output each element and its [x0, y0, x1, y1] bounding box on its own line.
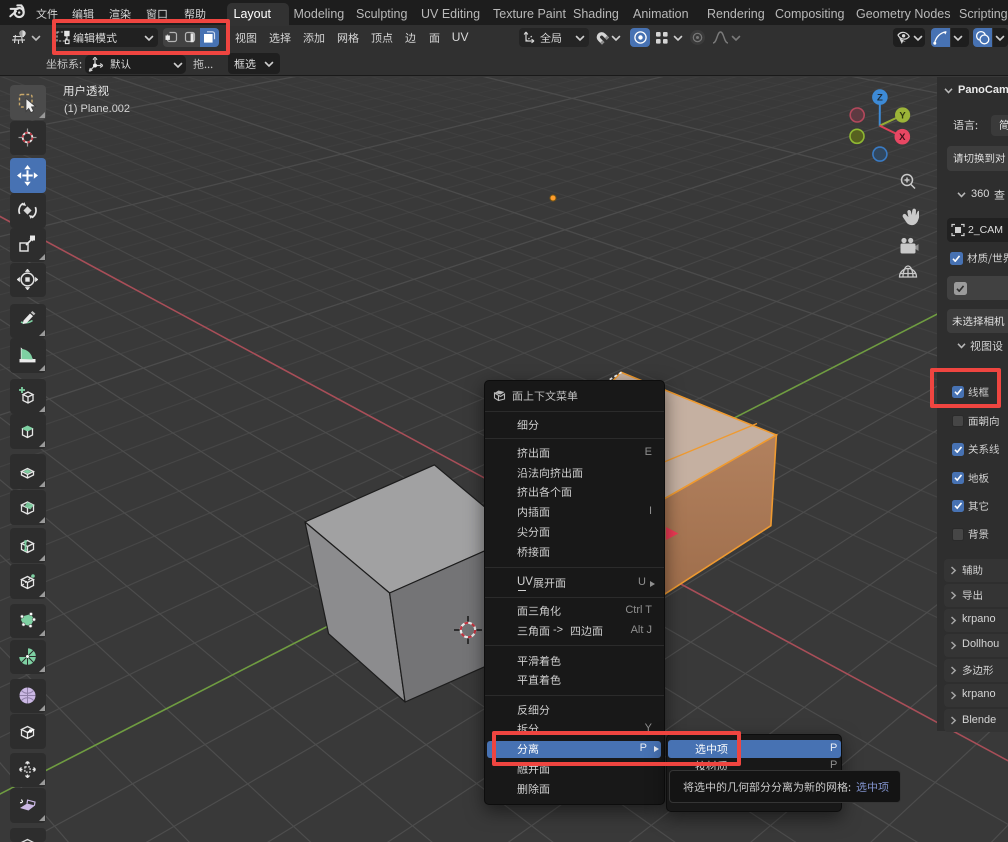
svg-text:X: X: [899, 132, 906, 143]
svg-text:Y: Y: [899, 111, 906, 122]
svg-text:Z: Z: [877, 93, 883, 104]
